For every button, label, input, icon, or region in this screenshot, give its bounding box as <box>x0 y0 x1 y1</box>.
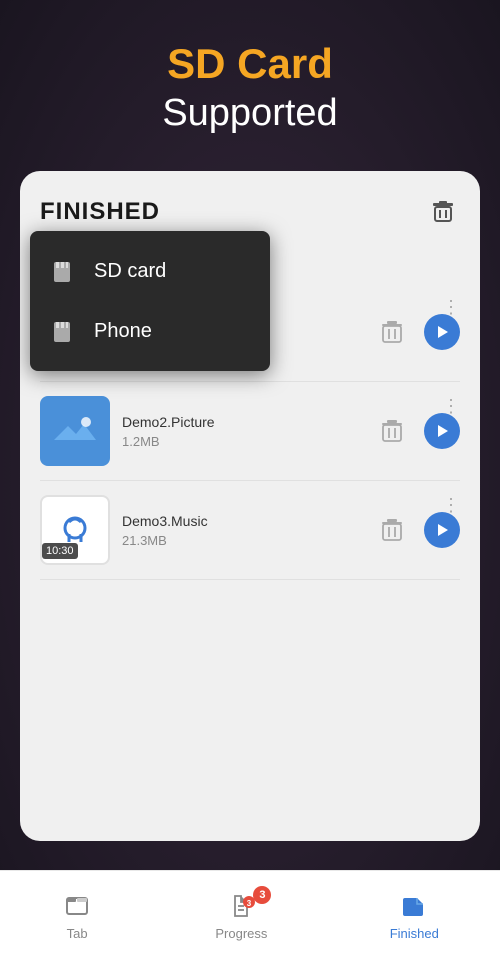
picture-delete-button[interactable] <box>374 413 410 449</box>
music-file-info: Demo3.Music 21.3MB <box>122 513 366 548</box>
picture-filesize: 1.2MB <box>122 434 366 449</box>
music-more-icon[interactable]: ⋮ <box>442 495 460 516</box>
video-actions <box>374 314 460 350</box>
sd-card-option-label: SD card <box>94 260 166 283</box>
sd-card-option-icon <box>50 257 78 285</box>
phone-option-label: Phone <box>94 320 152 343</box>
phone-option-icon <box>50 317 78 345</box>
dropdown-item-phone[interactable]: Phone <box>30 301 270 361</box>
music-thumbnail: 10:30 <box>40 495 110 565</box>
picture-play-button[interactable] <box>424 413 460 449</box>
music-filename: Demo3.Music <box>122 513 366 529</box>
tab-finished[interactable]: Finished <box>370 882 459 949</box>
music-time-badge: 10:30 <box>42 543 78 559</box>
header: SD Card Supported <box>0 0 500 155</box>
dropdown-item-sd[interactable]: SD card <box>30 241 270 301</box>
file-item-picture: Demo2.Picture 1.2MB ⋮ <box>40 382 460 481</box>
card-header: FINISHED <box>40 195 460 229</box>
music-delete-button[interactable] <box>374 512 410 548</box>
tab-tab-icon <box>61 890 93 922</box>
tab-finished-icon <box>398 890 430 922</box>
music-actions <box>374 512 460 548</box>
video-more-icon[interactable]: ⋮ <box>442 297 460 318</box>
storage-dropdown: SD card Phone <box>30 231 270 371</box>
tab-tab[interactable]: Tab <box>41 882 113 949</box>
card-title: FINISHED <box>40 198 160 226</box>
picture-more-icon[interactable]: ⋮ <box>442 396 460 417</box>
header-sd: SD Card <box>167 40 333 87</box>
header-subtitle: Supported <box>20 92 480 135</box>
picture-filename: Demo2.Picture <box>122 414 366 430</box>
picture-thumbnail <box>40 396 110 466</box>
tab-progress[interactable]: 3 3 Progress <box>195 882 287 949</box>
svg-text:3: 3 <box>247 899 252 908</box>
music-filesize: 21.3MB <box>122 533 366 548</box>
video-delete-button[interactable] <box>374 314 410 350</box>
picture-actions <box>374 413 460 449</box>
tab-bar: Tab 3 3 Progress Finished <box>0 870 500 960</box>
music-play-button[interactable] <box>424 512 460 548</box>
picture-file-info: Demo2.Picture 1.2MB <box>122 414 366 449</box>
tab-finished-label: Finished <box>390 926 439 941</box>
header-title: SD Card <box>20 40 480 88</box>
video-play-button[interactable] <box>424 314 460 350</box>
main-card: FINISHED SD card ▼ <box>20 171 480 841</box>
file-item-music: 10:30 Demo3.Music 21.3MB ⋮ <box>40 481 460 580</box>
clear-all-button[interactable] <box>426 195 460 229</box>
tab-tab-label: Tab <box>67 926 88 941</box>
progress-badge: 3 <box>253 886 271 904</box>
tab-progress-label: Progress <box>215 926 267 941</box>
